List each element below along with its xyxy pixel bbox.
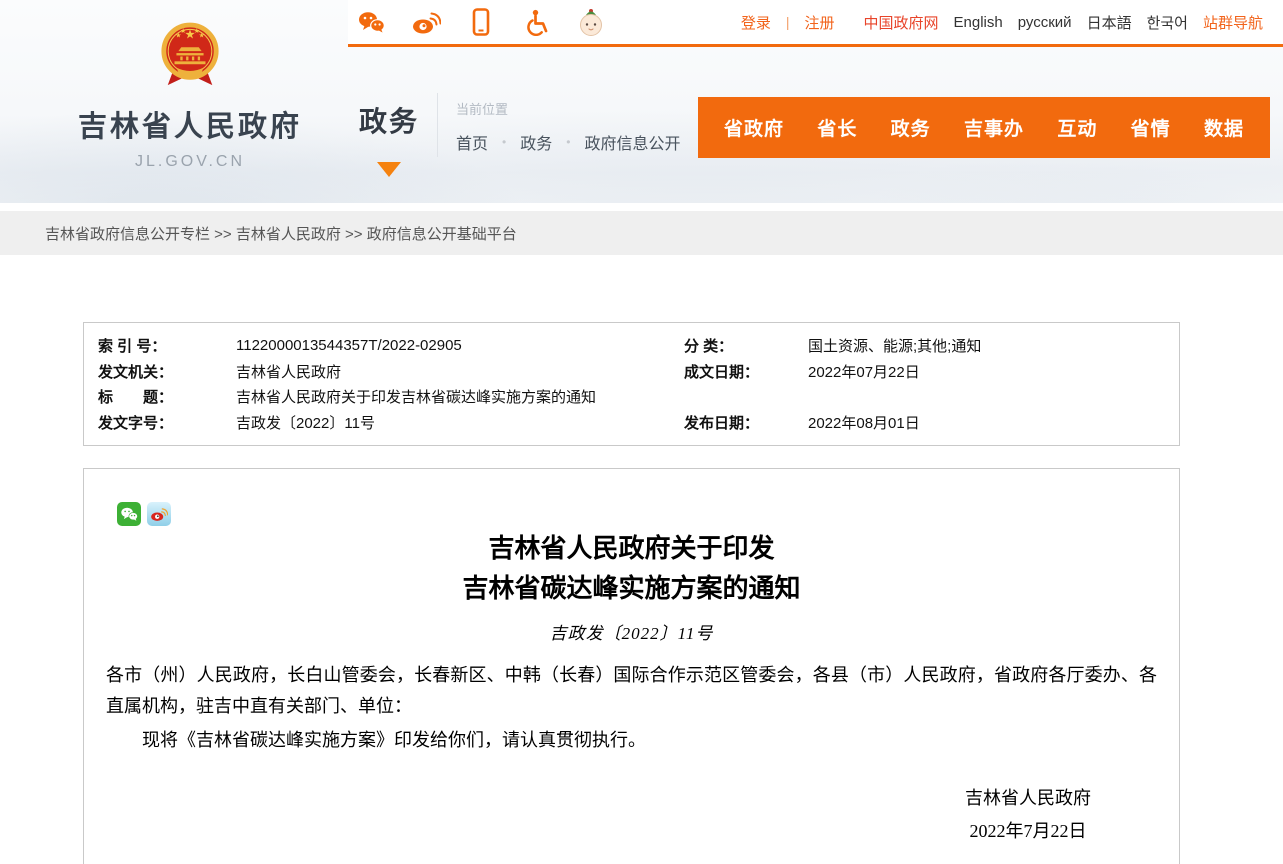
- meta-value-doc-number: 吉政发〔2022〕11号: [236, 412, 684, 433]
- mobile-icon[interactable]: [466, 7, 496, 37]
- nav-item-governor[interactable]: 省长: [817, 114, 857, 141]
- breadcrumb-zhengwu[interactable]: 政务: [520, 130, 552, 154]
- register-link[interactable]: 注册: [805, 12, 835, 33]
- nav-item-jishiban[interactable]: 吉事办: [964, 114, 1024, 141]
- site-domain: JL.GOV.CN: [68, 153, 312, 171]
- meta-label-index-no: 索 引 号：: [98, 335, 236, 356]
- platform-breadcrumb-bar: 吉林省政府信息公开专栏 >> 吉林省人民政府 >> 政府信息公开基础平台: [0, 211, 1283, 255]
- document-meta-table: 索 引 号： 1122000013544357T/2022-02905 分 类：…: [83, 322, 1180, 446]
- site-group-nav-link[interactable]: 站群导航: [1203, 12, 1263, 33]
- breadcrumb-separator: •: [566, 135, 570, 149]
- meta-label-publish-date: 发布日期：: [684, 412, 808, 433]
- section-block: 政务: [358, 100, 420, 177]
- lang-korean-link[interactable]: 한국어: [1147, 12, 1188, 33]
- lang-japanese-link[interactable]: 日本語: [1087, 12, 1132, 33]
- page-root: ★ ★ ★ ★ ★ 吉林省人民政府 JL.GOV.CN: [0, 0, 1283, 864]
- meta-label-title: 标 题：: [98, 386, 236, 407]
- meta-value-title: 吉林省人民政府关于印发吉林省碳达峰实施方案的通知: [236, 386, 684, 407]
- document-title: 吉林省人民政府关于印发 吉林省碳达峰实施方案的通知: [174, 529, 1089, 609]
- meta-value-index-no: 1122000013544357T/2022-02905: [236, 337, 684, 354]
- link-divider: |: [786, 14, 790, 30]
- utility-links: 登录 | 注册 中国政府网 English русский 日本語 한국어 站群…: [741, 12, 1263, 33]
- lang-english-link[interactable]: English: [954, 14, 1003, 31]
- social-icons: [356, 7, 606, 37]
- site-title: 吉林省人民政府: [68, 103, 312, 145]
- section-title: 政务: [358, 100, 420, 140]
- platform-breadcrumb-text[interactable]: 吉林省政府信息公开专栏 >> 吉林省人民政府 >> 政府信息公开基础平台: [45, 223, 517, 244]
- national-emblem-icon: ★ ★ ★ ★ ★: [159, 20, 221, 97]
- svg-text:★: ★: [194, 28, 200, 35]
- svg-text:★: ★: [180, 28, 186, 35]
- login-link[interactable]: 登录: [741, 12, 771, 33]
- meta-label-category: 分 类：: [684, 335, 808, 356]
- site-header: ★ ★ ★ ★ ★ 吉林省人民政府 JL.GOV.CN: [0, 0, 1283, 203]
- top-utility-bar: 登录 | 注册 中国政府网 English русский 日本語 한국어 站群…: [348, 0, 1283, 44]
- meta-label-issuing-agency: 发文机关：: [98, 361, 236, 382]
- meta-value-category: 国土资源、能源;其他;通知: [808, 335, 1169, 356]
- breadcrumb: 首页 • 政务 • 政府信息公开: [456, 130, 680, 154]
- wechat-icon[interactable]: [356, 7, 386, 37]
- meta-value-publish-date: 2022年08月01日: [808, 412, 1169, 433]
- nav-item-province-info[interactable]: 省情: [1131, 114, 1171, 141]
- share-icons: [117, 502, 171, 526]
- lang-russian-link[interactable]: русский: [1018, 14, 1072, 31]
- main-nav: 省政府 省长 政务 吉事办 互动 省情 数据: [698, 97, 1270, 158]
- meta-label-written-date: 成文日期：: [684, 361, 808, 382]
- wechat-share-icon[interactable]: [117, 502, 141, 526]
- meta-value-issuing-agency: 吉林省人民政府: [236, 361, 684, 382]
- document-title-line1: 吉林省人民政府关于印发: [174, 529, 1089, 569]
- nav-item-zhengwu[interactable]: 政务: [891, 114, 931, 141]
- weibo-icon[interactable]: [411, 7, 441, 37]
- current-position-label: 当前位置: [456, 99, 680, 118]
- mascot-icon[interactable]: [576, 7, 606, 37]
- document-content-box: 吉林省人民政府关于印发 吉林省碳达峰实施方案的通知 吉政发〔2022〕11号 各…: [83, 468, 1180, 864]
- breadcrumb-home[interactable]: 首页: [456, 130, 488, 154]
- vertical-divider: [437, 93, 438, 157]
- breadcrumb-separator: •: [502, 135, 506, 149]
- accessibility-icon[interactable]: [521, 7, 551, 37]
- document-number: 吉政发〔2022〕11号: [84, 619, 1179, 644]
- meta-value-written-date: 2022年07月22日: [808, 361, 1169, 382]
- nav-item-interaction[interactable]: 互动: [1057, 114, 1097, 141]
- meta-label-doc-number: 发文字号：: [98, 412, 236, 433]
- header-divider-line: [348, 44, 1283, 47]
- signature-date: 2022年7月22日: [965, 815, 1091, 848]
- weibo-share-icon[interactable]: [147, 502, 171, 526]
- gov-cn-link[interactable]: 中国政府网: [864, 12, 939, 33]
- nav-item-provincial-gov[interactable]: 省政府: [724, 114, 784, 141]
- current-position: 当前位置 首页 • 政务 • 政府信息公开: [456, 99, 680, 154]
- signature-block: 吉林省人民政府 2022年7月22日: [84, 782, 1179, 848]
- caret-down-icon: [377, 162, 401, 177]
- nav-item-data[interactable]: 数据: [1204, 114, 1244, 141]
- signature-name: 吉林省人民政府: [965, 782, 1091, 815]
- document-paragraph-directive: 现将《吉林省碳达峰实施方案》印发给你们，请认真贯彻执行。: [106, 725, 1157, 756]
- document-body: 各市（州）人民政府，长白山管委会，长春新区、中韩（长春）国际合作示范区管委会，各…: [106, 660, 1157, 756]
- site-logo[interactable]: ★ ★ ★ ★ ★ 吉林省人民政府 JL.GOV.CN: [68, 20, 312, 171]
- document-title-line2: 吉林省碳达峰实施方案的通知: [174, 569, 1089, 609]
- document-paragraph-recipients: 各市（州）人民政府，长白山管委会，长春新区、中韩（长春）国际合作示范区管委会，各…: [106, 660, 1157, 722]
- breadcrumb-info-disclosure[interactable]: 政府信息公开: [584, 130, 680, 154]
